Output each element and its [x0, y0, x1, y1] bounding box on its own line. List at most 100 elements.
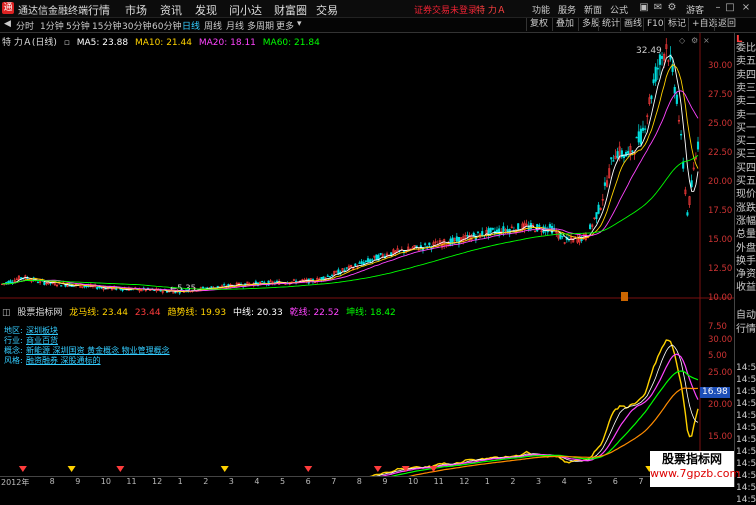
diejia-button[interactable]: 叠加 — [552, 18, 577, 31]
candle-body — [625, 151, 628, 157]
menu-zixun[interactable]: 资讯 — [160, 2, 182, 18]
menu-jiaoyi[interactable]: 交易 — [316, 2, 338, 18]
candles-group — [0, 38, 700, 295]
candle-body — [597, 204, 600, 214]
menu-hangqing[interactable]: 行情 — [88, 2, 110, 18]
date-label: 1 — [177, 477, 183, 486]
candle-body — [631, 150, 634, 153]
menu-bar: 通 通达信金融终端 行情 市场 资讯 发现 问小达 财富圈 交易 证券交易未登录… — [0, 0, 756, 18]
date-label: 7 — [638, 477, 644, 486]
date-label: 1 — [484, 477, 490, 486]
menu-gongneng[interactable]: 功能 — [532, 3, 550, 16]
candle-body — [451, 237, 454, 243]
price-axis-label: 30.00 — [708, 61, 733, 71]
tab-weekly[interactable]: 周线 — [204, 19, 222, 32]
candle-body — [658, 54, 661, 65]
watermark-line1: 股票指标网 — [661, 452, 722, 466]
candle-body — [201, 286, 205, 289]
tab-fenshi[interactable]: 分时 — [16, 19, 34, 32]
side-panel-item[interactable]: 行情 — [736, 320, 756, 335]
candle-body — [364, 260, 367, 263]
back-arrow-icon[interactable]: ◀ — [4, 19, 11, 29]
candle-body — [589, 224, 592, 230]
candle-body — [635, 136, 638, 139]
menu-xinmian[interactable]: 新面 — [584, 3, 602, 16]
candle-body — [517, 223, 520, 230]
indicator-axis-label: 20.00 — [708, 400, 733, 410]
price-axis-label: 10.00 — [708, 293, 733, 303]
ma10-line — [1, 64, 699, 292]
settings-icon[interactable]: ⚙ — [666, 2, 678, 14]
candle-body — [36, 281, 40, 284]
candle-body — [345, 267, 348, 269]
info-region: 地区: 深圳板块 — [4, 326, 58, 335]
price-axis-label: 17.50 — [708, 206, 733, 216]
candle-body — [690, 180, 693, 188]
side-panel-item[interactable]: 自动 — [736, 306, 756, 321]
side-quote-panel: L 委比 卖五 卖四 卖三 卖二 卖一 买一 买二 买三 买四 买五 现价 涨跌 涨幅 总量 外盘 换手 净资 收益… — [734, 33, 756, 505]
stock-info-box: 地区: 深圳板块 行业: 商业百货 概念: 新能源 深圳国资 黄金概念 物业管理概念 … — [4, 326, 170, 366]
candle-body — [680, 133, 683, 136]
candle-body — [650, 95, 653, 99]
candle-body — [476, 231, 480, 233]
side-time-label: 14:5 — [736, 423, 756, 433]
minimize-icon[interactable]: – — [712, 2, 724, 14]
candle-body — [686, 212, 689, 216]
menu-wenxiaoda[interactable]: 问小达 — [229, 2, 262, 18]
menu-shichang[interactable]: 市场 — [125, 2, 147, 18]
tab-multi-period[interactable]: 多周期 — [247, 19, 274, 32]
candle-body — [83, 285, 86, 288]
ind-qs: 趋势线: 19.93 — [167, 308, 227, 318]
tab-1min[interactable]: 1分钟 — [40, 19, 64, 32]
candle-body — [19, 277, 23, 279]
ind-name[interactable]: 股票指标网 — [17, 308, 62, 318]
biaoji-button[interactable]: 标记 — [664, 18, 689, 31]
tab-daily[interactable]: 日线 — [182, 19, 200, 32]
ma60-line — [1, 155, 699, 290]
signal-marker — [67, 466, 76, 472]
tab-15min[interactable]: 15分钟 — [92, 19, 121, 32]
candle-body — [644, 128, 647, 130]
ind-zx: 中线: 20.33 — [233, 308, 283, 318]
login-notice[interactable]: 证券交易未登录 — [414, 3, 477, 16]
candle-body — [424, 243, 427, 245]
menu-gongshi[interactable]: 公式 — [610, 3, 628, 16]
candle-body — [466, 235, 469, 237]
menu-faxian[interactable]: 发现 — [195, 2, 217, 18]
candle-body — [457, 237, 460, 245]
candle-body — [96, 287, 99, 290]
return-button[interactable]: 返回 — [714, 18, 739, 31]
candle-body — [261, 281, 264, 283]
close-icon[interactable]: × — [740, 2, 752, 14]
signal-marker — [18, 466, 27, 472]
info-industry: 行业: 商业百货 — [4, 336, 58, 345]
candle-body — [595, 212, 598, 220]
fuquan-button[interactable]: 复权 — [526, 18, 551, 31]
feedback-icon[interactable]: ✉ — [652, 2, 664, 14]
candle-body — [455, 236, 458, 242]
user-guest[interactable]: 游客 — [686, 3, 704, 16]
date-label: 6 — [305, 477, 311, 486]
more-chevron-icon[interactable]: ▾ — [297, 19, 302, 29]
candle-body — [639, 128, 642, 145]
low-value: 5.35 — [177, 284, 197, 294]
menu-fuwu[interactable]: 服务 — [558, 3, 576, 16]
candle-body — [369, 259, 372, 263]
candle-body — [561, 235, 564, 238]
tab-monthly[interactable]: 月线 — [226, 19, 244, 32]
date-label: 10 — [408, 477, 419, 486]
tab-60min[interactable]: 60分钟 — [152, 19, 181, 32]
tab-30min[interactable]: 30分钟 — [122, 19, 151, 32]
kline-chart[interactable] — [0, 33, 734, 476]
candle-body — [210, 286, 213, 288]
event-marker[interactable] — [621, 292, 628, 301]
side-time-label: 14:5 — [736, 399, 756, 409]
menu-caifuquan[interactable]: 财富圈 — [274, 2, 307, 18]
huaxian-button[interactable]: 画线 — [620, 18, 645, 31]
maximize-icon[interactable]: □ — [724, 2, 736, 14]
tab-5min[interactable]: 5分钟 — [66, 19, 90, 32]
skin-icon[interactable]: ▣ — [638, 2, 650, 14]
tab-more[interactable]: 更多 — [276, 19, 294, 32]
candle-body — [673, 86, 676, 94]
info-style: 风格: 融资融券 深股通标的 — [4, 356, 101, 365]
